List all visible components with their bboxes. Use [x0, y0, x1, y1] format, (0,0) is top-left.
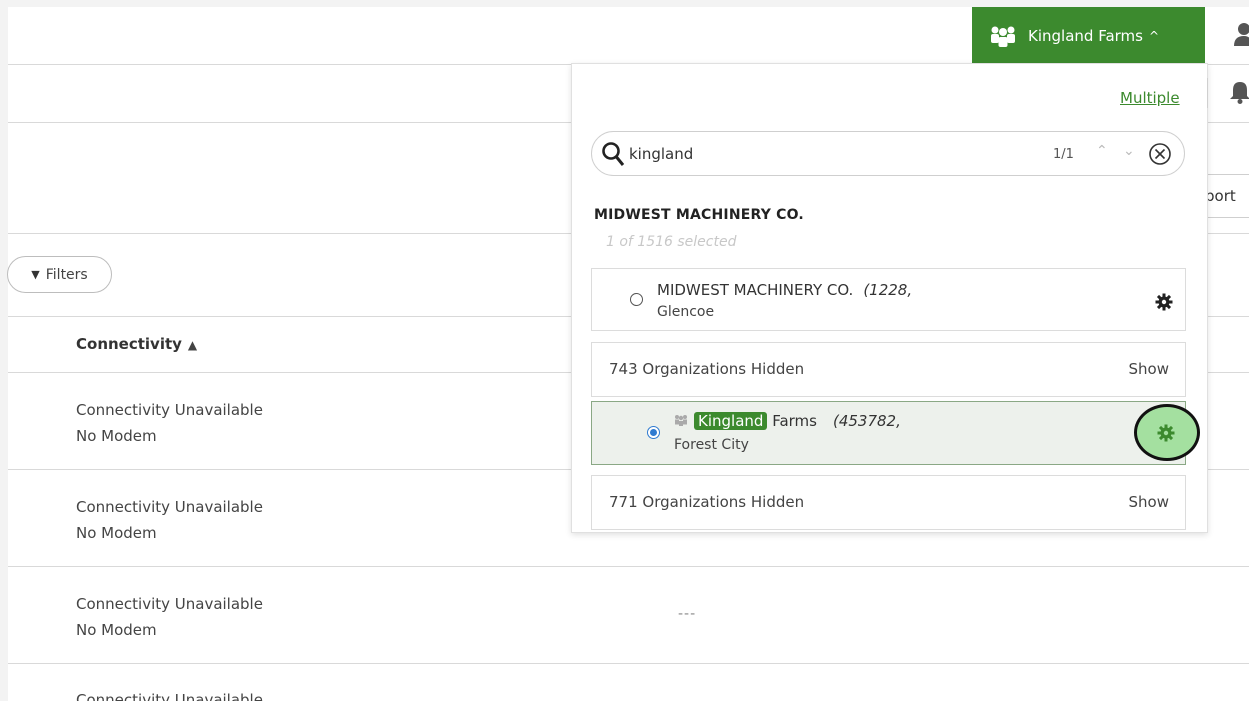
connectivity-detail: No Modem — [76, 621, 157, 639]
sort-icon[interactable]: ▲︎ — [188, 338, 197, 352]
person-icon[interactable] — [1232, 22, 1249, 46]
connectivity-status: Connectivity Unavailable — [76, 401, 263, 419]
gear-icon[interactable] — [1157, 424, 1175, 442]
next-match-icon[interactable]: ⌄ — [1123, 143, 1135, 159]
org-city: Forest City — [674, 437, 749, 453]
org-selector-button[interactable]: Kingland Farms ^ — [972, 7, 1205, 64]
org-id: (453782, — [832, 412, 901, 430]
connectivity-status: Connectivity Unavailable — [76, 691, 263, 701]
column-header-label: Connectivity — [76, 335, 182, 353]
filters-label: Filters — [45, 266, 88, 283]
bell-icon[interactable] — [1230, 80, 1249, 104]
org-selector-label: Kingland Farms — [1028, 26, 1143, 45]
org-group-icon — [675, 415, 687, 426]
page: Kingland Farms ^ port ▼ Filters Connecti… — [0, 0, 1249, 701]
previous-match-icon[interactable]: ⌃ — [1096, 143, 1108, 159]
funnel-icon: ▼ — [31, 268, 40, 281]
org-option-card-selected[interactable]: Kingland Farms (453782, Forest City — [591, 401, 1186, 465]
filters-button[interactable]: ▼ Filters — [7, 256, 112, 293]
match-count: 1/1 — [1053, 147, 1074, 162]
show-hidden-orgs-link[interactable]: Show — [1129, 360, 1169, 378]
connectivity-status: Connectivity Unavailable — [76, 595, 263, 613]
org-city: Glencoe — [657, 304, 715, 320]
org-search-input[interactable] — [629, 143, 989, 165]
table-row: Connectivity Unavailable No Modem — [76, 397, 263, 449]
search-match-highlight: Kingland — [694, 412, 768, 430]
clear-circle-x-icon[interactable] — [1148, 142, 1172, 166]
connectivity-status: Connectivity Unavailable — [76, 498, 263, 516]
show-hidden-orgs-link[interactable]: Show — [1129, 493, 1169, 511]
empty-cell-value: --- — [678, 606, 697, 622]
org-group-selected-count: 1 of 1516 selected — [606, 234, 737, 250]
gear-icon[interactable] — [1155, 293, 1173, 311]
divider — [1207, 78, 1208, 108]
org-option-name: Kingland Farms (453782, — [674, 412, 901, 430]
connectivity-detail: No Modem — [76, 427, 157, 445]
table-row: Connectivity Unavailable — [76, 687, 263, 701]
org-id: (1228, — [863, 281, 913, 299]
hidden-orgs-count: 743 Organizations Hidden — [609, 360, 805, 378]
org-group-title: MIDWEST MACHINERY CO. — [594, 207, 804, 223]
search-icon — [602, 142, 625, 166]
multiple-select-link[interactable]: Multiple — [1120, 89, 1180, 107]
table-row: Connectivity Unavailable No Modem — [76, 591, 263, 643]
org-search-box: 1/1 ⌃ ⌄ — [591, 131, 1185, 176]
hidden-orgs-row: 743 Organizations Hidden Show — [591, 342, 1186, 397]
chevron-up-icon: ^ — [1148, 28, 1160, 43]
frame-top — [0, 0, 1249, 7]
hidden-orgs-count: 771 Organizations Hidden — [609, 493, 805, 511]
table-row: Connectivity Unavailable No Modem — [76, 494, 263, 546]
org-radio-button[interactable] — [647, 426, 660, 439]
divider — [8, 663, 1249, 664]
hidden-orgs-row: 771 Organizations Hidden Show — [591, 475, 1186, 530]
frame-left — [0, 0, 8, 701]
divider — [8, 566, 1249, 567]
org-group-icon — [991, 26, 1015, 47]
org-name-text: MIDWEST MACHINERY CO. — [657, 281, 854, 299]
gear-highlight-circle[interactable] — [1134, 404, 1200, 461]
org-name-text: Farms — [772, 412, 817, 430]
connectivity-detail: No Modem — [76, 524, 157, 542]
org-option-card[interactable]: MIDWEST MACHINERY CO. (1228, Glencoe — [591, 268, 1186, 331]
export-button-label: port — [1205, 187, 1236, 205]
column-header-connectivity[interactable]: Connectivity ▲︎ — [76, 335, 197, 353]
org-option-name: MIDWEST MACHINERY CO. (1228, — [657, 281, 912, 299]
org-radio-button[interactable] — [630, 293, 643, 306]
